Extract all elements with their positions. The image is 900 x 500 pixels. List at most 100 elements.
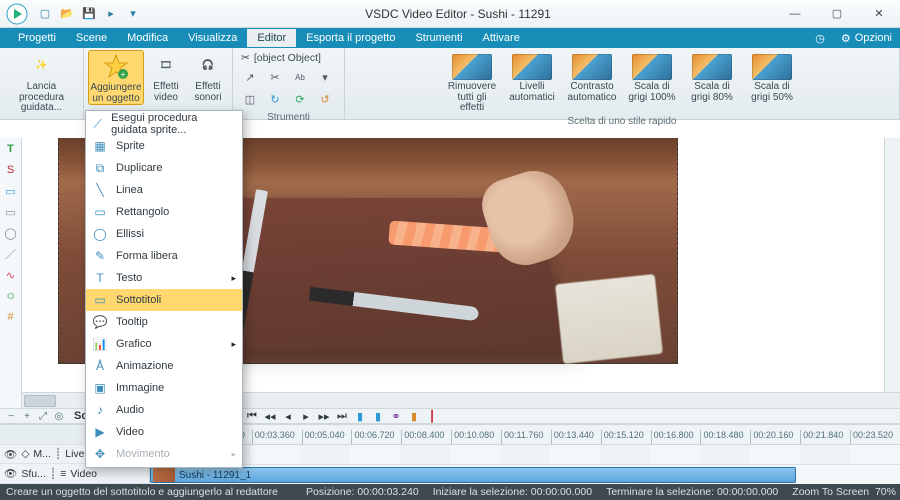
menu-item-audio[interactable]: ♪Audio <box>86 399 242 421</box>
tooltip-icon: 💬 <box>92 314 108 330</box>
chart-icon: 📊 <box>92 336 108 352</box>
hscroll-thumb[interactable] <box>24 395 56 407</box>
style-preset-3[interactable]: Scala di grigi 100% <box>625 52 679 103</box>
window-controls: — ▢ ✕ <box>774 1 900 27</box>
tool-cut-icon[interactable]: ✂ <box>264 67 286 87</box>
free-icon: ✎ <box>92 248 108 264</box>
lt-free-icon[interactable]: ∿ <box>2 266 20 284</box>
menu-item-free[interactable]: ✎Forma libera <box>86 245 242 267</box>
tp-step-fwd-icon[interactable]: ▸▸ <box>316 409 332 423</box>
menu-item-wand[interactable]: ⟋Esegui procedura guidata sprite... <box>86 113 242 135</box>
window-title: VSDC Video Editor - Sushi - 11291 <box>142 7 774 21</box>
tab-scene[interactable]: Scene <box>66 29 117 47</box>
menu-item-image[interactable]: ▣Immagine <box>86 377 242 399</box>
ellipse-icon: ◯ <box>92 226 108 242</box>
tab-visualizza[interactable]: Visualizza <box>178 29 247 47</box>
open-icon[interactable]: 📂 <box>58 5 76 23</box>
style-preset-0[interactable]: Rimuovere tutti gli effetti <box>445 52 499 114</box>
vertical-scrollbar[interactable] <box>884 138 900 408</box>
tp-region-icon[interactable]: ▮ <box>406 409 422 423</box>
tool-redo-icon[interactable]: ↺ <box>314 89 336 109</box>
menu-item-subtitle[interactable]: ▭Sottotitoli <box>86 289 242 311</box>
film-icon: 🎞 <box>152 52 180 80</box>
tab-attivare[interactable]: Attivare <box>473 29 530 47</box>
style-preset-4[interactable]: Scala di grigi 80% <box>685 52 739 103</box>
menu-item-chart[interactable]: 📊Grafico▸ <box>86 333 242 355</box>
menu-item-anim[interactable]: ÅAnimazione <box>86 355 242 377</box>
launch-wizard-button[interactable]: ✨Lancia procedura guidata... <box>4 50 80 114</box>
menu-item-sprite[interactable]: ▦Sprite <box>86 135 242 157</box>
save-icon[interactable]: 💾 <box>80 5 98 23</box>
tp-marker2-icon[interactable]: ▮ <box>370 409 386 423</box>
menu-item-copy[interactable]: ⧉Duplicare <box>86 157 242 179</box>
maximize-button[interactable]: ▢ <box>816 1 858 27</box>
menu-item-move: ✥Movimento▸ <box>86 443 242 465</box>
tp-first-icon[interactable]: ⏮ <box>244 409 260 423</box>
wand-icon: ⟋ <box>92 116 103 132</box>
chevron-right-icon: ▸ <box>231 339 236 350</box>
tool-refresh-icon[interactable]: ⟳ <box>289 89 311 109</box>
add-object-menu: ⟋Esegui procedura guidata sprite...▦Spri… <box>85 110 243 468</box>
lt-text-icon[interactable]: T <box>2 140 20 158</box>
zoom-in-icon[interactable]: + <box>20 409 34 423</box>
tool-rotate-icon[interactable]: ↻ <box>264 89 286 109</box>
zoom-100-icon[interactable]: ◎ <box>52 409 66 423</box>
video-clip[interactable]: Sushi - 11291_1 <box>150 467 796 483</box>
add-object-button[interactable]: +Aggiungere un oggetto <box>88 50 144 105</box>
tp-prev-icon[interactable]: ◂◂ <box>262 409 278 423</box>
menu-item-rect[interactable]: ▭Rettangolo <box>86 201 242 223</box>
minimize-button[interactable]: — <box>774 1 816 27</box>
tab-esporta[interactable]: Esporta il progetto <box>296 29 405 47</box>
tool-abc-icon[interactable]: Ab <box>289 67 311 87</box>
ruler-tick: 00:13.440 <box>551 430 601 444</box>
menu-item-video[interactable]: ▶Video <box>86 421 242 443</box>
style-preset-5[interactable]: Scala di grigi 50% <box>745 52 799 103</box>
svg-text:+: + <box>121 70 126 79</box>
tool-crop-icon[interactable]: ◫ <box>239 89 261 109</box>
tp-play-icon[interactable]: ▸ <box>298 409 314 423</box>
lt-line-icon[interactable]: ／ <box>2 245 20 263</box>
menu-item-text[interactable]: TTesto▸ <box>86 267 242 289</box>
audio-effects-button[interactable]: 🎧Effetti sonori <box>188 50 228 103</box>
help-icon[interactable]: ◷ <box>807 29 833 48</box>
new-icon[interactable]: ▢ <box>36 5 54 23</box>
tab-modifica[interactable]: Modifica <box>117 29 178 47</box>
lt-rect-icon[interactable]: ▭ <box>2 203 20 221</box>
tool-more1-icon[interactable]: ▾ <box>314 67 336 87</box>
tab-editor[interactable]: Editor <box>247 29 296 47</box>
lt-counter-icon[interactable]: # <box>2 308 20 326</box>
line-icon: ╲ <box>92 182 108 198</box>
tp-last-icon[interactable]: ⏭ <box>334 409 350 423</box>
menu-item-tooltip[interactable]: 💬Tooltip <box>86 311 242 333</box>
options-button[interactable]: ⚙Opzioni <box>833 29 900 48</box>
style-thumb-icon <box>512 54 552 80</box>
style-preset-2[interactable]: Contrasto automatico <box>565 52 619 103</box>
lt-chart-icon[interactable]: ⫏ <box>2 287 20 305</box>
ruler-tick: 00:15.120 <box>601 430 651 444</box>
qat-more-icon[interactable]: ▾ <box>124 5 142 23</box>
zoom-out-icon[interactable]: − <box>4 409 18 423</box>
lt-sub-icon[interactable]: S <box>2 161 20 179</box>
lt-ellipse-icon[interactable]: ◯ <box>2 224 20 242</box>
play-qat-icon[interactable]: ▸ <box>102 5 120 23</box>
tp-step-back-icon[interactable]: ◂ <box>280 409 296 423</box>
zoom-fit-icon[interactable]: ⤢ <box>36 409 50 423</box>
tool-arrow-icon[interactable]: ↗ <box>239 67 261 87</box>
time-ruler[interactable]: 0.00000:01.68000:03.36000:05.04000:06.72… <box>150 425 900 445</box>
menu-item-line[interactable]: ╲Linea <box>86 179 242 201</box>
lt-tooltip-icon[interactable]: ▭ <box>2 182 20 200</box>
style-preset-1[interactable]: Livelli automatici <box>505 52 559 103</box>
close-button[interactable]: ✕ <box>858 1 900 27</box>
menu-item-ellipse[interactable]: ◯Ellissi <box>86 223 242 245</box>
ruler-tick: 00:11.760 <box>501 430 551 444</box>
anim-icon: Å <box>92 358 108 374</box>
video-effects-button[interactable]: 🎞Effetti video <box>146 50 186 103</box>
style-thumb-icon <box>692 54 732 80</box>
timeline-tracks[interactable]: 0.00000:01.68000:03.36000:05.04000:06.72… <box>150 425 900 484</box>
tp-link-icon[interactable]: ⚭ <box>388 409 404 423</box>
tp-marker1-icon[interactable]: ▮ <box>352 409 368 423</box>
tab-progetti[interactable]: Progetti <box>8 29 66 47</box>
tp-split-icon[interactable]: ┃ <box>424 409 440 423</box>
tab-strumenti[interactable]: Strumenti <box>405 29 472 47</box>
ruler-tick: 00:20.160 <box>750 430 800 444</box>
